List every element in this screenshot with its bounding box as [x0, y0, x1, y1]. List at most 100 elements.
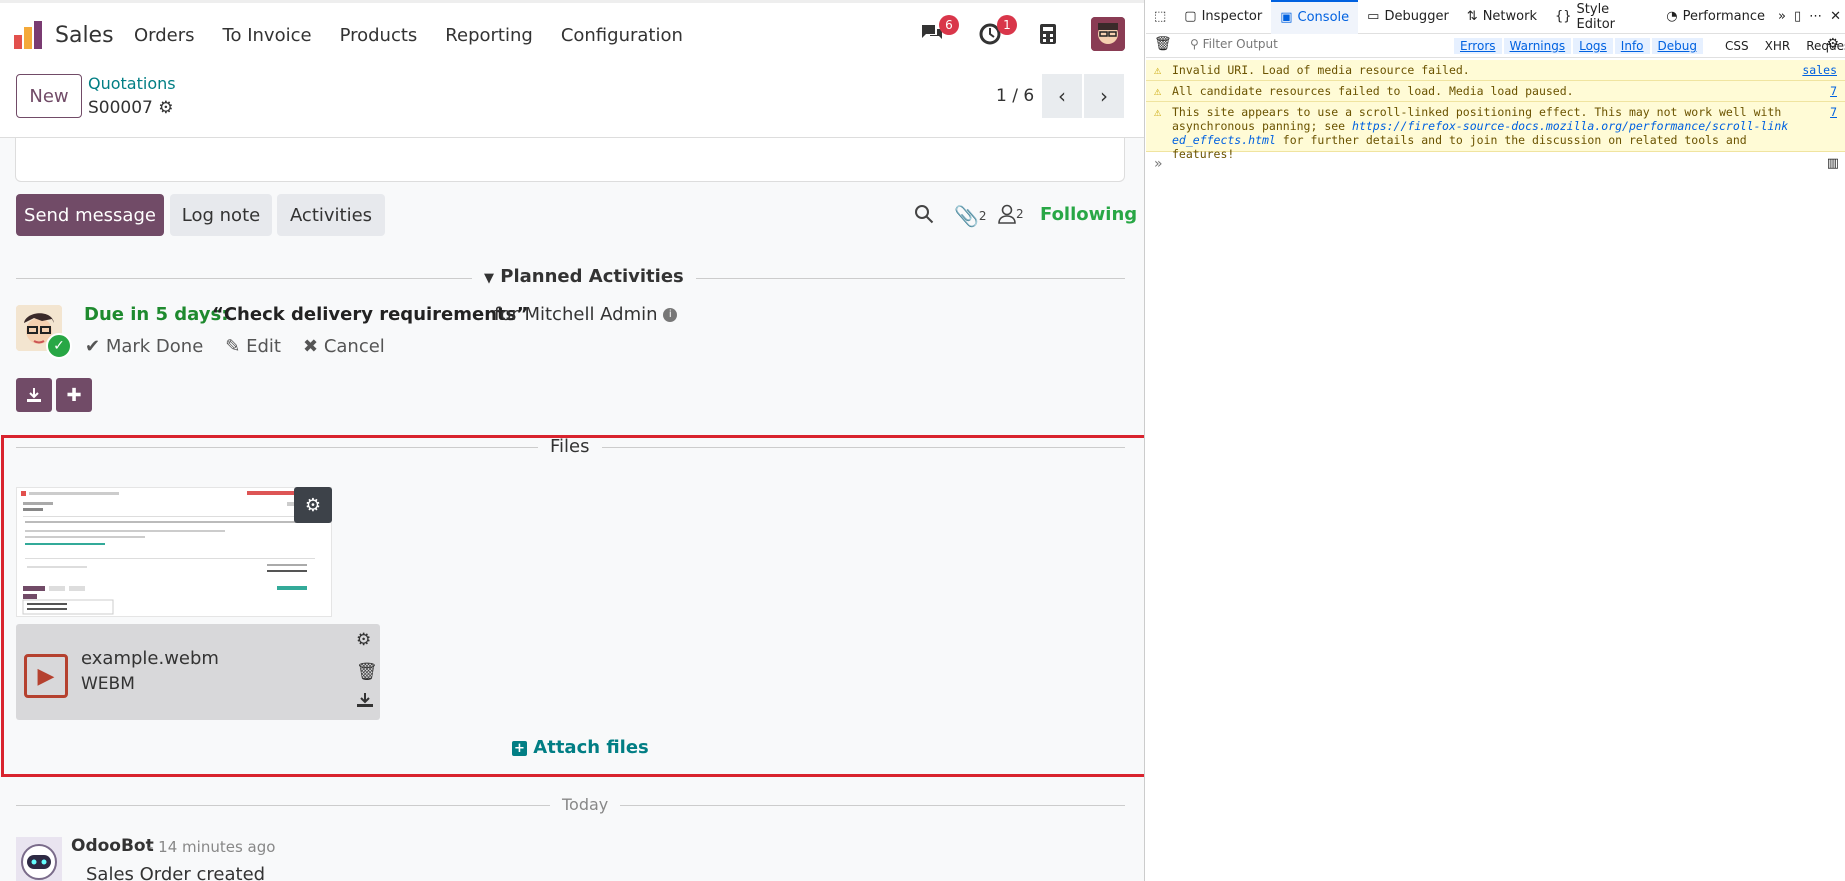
odoo-app: Sales Orders To Invoice Products Reporti…: [0, 0, 1145, 881]
tab-network-label: Network: [1482, 9, 1537, 24]
odoobot-avatar: [16, 837, 62, 881]
download-icon: [27, 388, 41, 402]
activity-summary: “Check delivery requirements”: [212, 304, 529, 325]
activities-clock-icon[interactable]: 1: [975, 15, 1017, 49]
top-navbar: Sales Orders To Invoice Products Reporti…: [0, 0, 1144, 66]
menu-products[interactable]: Products: [340, 25, 418, 46]
download-all-button[interactable]: [16, 378, 52, 412]
pager-value[interactable]: 1 / 6: [996, 86, 1034, 106]
edit-label: Edit: [246, 336, 281, 357]
info-icon[interactable]: i: [663, 308, 678, 322]
filter-css[interactable]: CSS: [1717, 38, 1757, 54]
message-author[interactable]: OdooBot: [71, 836, 154, 856]
console-message[interactable]: ⚠ Invalid URI. Load of media resource fa…: [1146, 60, 1845, 81]
messages-badge: 6: [939, 15, 959, 35]
tab-network[interactable]: ⇅ Network: [1458, 0, 1546, 34]
chevron-left-icon: ‹: [1058, 84, 1066, 108]
tab-performance-label: Performance: [1682, 9, 1765, 24]
filter-warnings[interactable]: Warnings: [1503, 38, 1572, 54]
followers-button[interactable]: 2: [998, 204, 1024, 224]
console-message[interactable]: ⚠ All candidate resources failed to load…: [1146, 81, 1845, 102]
dock-icon[interactable]: ▯: [1790, 0, 1805, 34]
breadcrumb-quotations[interactable]: Quotations: [88, 74, 176, 93]
main-menu: Orders To Invoice Products Reporting Con…: [134, 25, 711, 46]
messages-icon[interactable]: 6: [917, 15, 959, 49]
today-separator: Today: [550, 795, 621, 814]
calculator-icon[interactable]: [1033, 19, 1063, 49]
style-editor-icon: {}: [1554, 9, 1572, 24]
menu-orders[interactable]: Orders: [134, 25, 195, 46]
user-avatar[interactable]: [1091, 17, 1125, 51]
trash-clear-icon[interactable]: 🗑: [1154, 36, 1172, 52]
mark-done-button[interactable]: ✔ Mark Done: [85, 336, 203, 357]
more-options-icon[interactable]: ⋯: [1805, 0, 1826, 34]
menu-configuration[interactable]: Configuration: [561, 25, 683, 46]
console-message-text: This site appears to use a scroll-linked…: [1172, 105, 1792, 161]
console-filter-bar: 🗑 ⚲ Filter Output Errors Warnings Logs I…: [1146, 34, 1845, 58]
paperclip-icon: 📎: [954, 204, 979, 228]
console-message[interactable]: ⚠ This site appears to use a scroll-link…: [1146, 102, 1845, 161]
split-console-icon[interactable]: ▥: [1827, 156, 1839, 171]
element-picker-icon[interactable]: ⬚: [1146, 0, 1175, 34]
console-message-text: All candidate resources failed to load. …: [1172, 84, 1574, 98]
filter-xhr[interactable]: XHR: [1757, 38, 1799, 54]
check-circle-icon: ✓: [46, 333, 72, 359]
check-icon: ✔: [85, 336, 101, 357]
devtools-panel: ⬚ ▢ Inspector ▣ Console ▭ Debugger ⇅ Network…: [1146, 0, 1845, 881]
close-icon[interactable]: ✕: [1826, 0, 1845, 34]
menu-reporting[interactable]: Reporting: [445, 25, 533, 46]
tab-debugger[interactable]: ▭ Debugger: [1358, 0, 1458, 34]
record-gear-icon[interactable]: ⚙: [158, 98, 173, 118]
search-messages-icon[interactable]: [914, 204, 934, 224]
tab-style-editor[interactable]: {} Style Editor: [1546, 0, 1657, 34]
tab-performance[interactable]: ◔ Performance: [1657, 0, 1774, 34]
menu-to-invoice[interactable]: To Invoice: [223, 25, 312, 46]
files-highlight-box: [1, 435, 1144, 777]
tab-console[interactable]: ▣ Console: [1271, 0, 1359, 34]
filter-output-placeholder: Filter Output: [1202, 37, 1278, 51]
console-icon: ▣: [1280, 10, 1293, 25]
network-icon: ⇅: [1466, 9, 1478, 24]
pager-next-button[interactable]: ›: [1084, 74, 1124, 118]
console-message-source[interactable]: sales: [1802, 63, 1837, 77]
planned-activities-toggle[interactable]: ▼ Planned Activities: [472, 266, 696, 287]
form-sheet-bottom: [15, 138, 1125, 182]
console-input-prompt[interactable]: »: [1154, 156, 1163, 172]
pencil-icon: ✎: [225, 336, 241, 357]
filter-logs[interactable]: Logs: [1573, 38, 1613, 54]
sales-app-logo-icon[interactable]: [14, 21, 44, 51]
mark-done-label: Mark Done: [105, 336, 204, 357]
activities-button[interactable]: Activities: [277, 194, 385, 236]
pager-previous-button[interactable]: ‹: [1042, 74, 1082, 118]
tab-inspector[interactable]: ▢ Inspector: [1175, 0, 1271, 34]
tab-console-label: Console: [1297, 10, 1350, 25]
tab-inspector-label: Inspector: [1201, 9, 1263, 24]
times-icon: ✖: [302, 336, 319, 357]
log-note-button[interactable]: Log note: [170, 194, 272, 236]
plus-icon: ✚: [66, 384, 82, 406]
console-message-source[interactable]: 7: [1830, 105, 1837, 119]
tab-debugger-label: Debugger: [1384, 9, 1449, 24]
activities-badge: 1: [997, 15, 1017, 35]
send-message-button[interactable]: Send message: [16, 194, 164, 236]
filter-output-input[interactable]: ⚲ Filter Output: [1190, 37, 1278, 51]
filter-debug[interactable]: Debug: [1651, 38, 1703, 54]
edit-activity-button[interactable]: ✎ Edit: [225, 336, 281, 357]
activity-due: Due in 5 days:: [84, 304, 229, 325]
filter-info[interactable]: Info: [1614, 38, 1650, 54]
warning-icon: ⚠: [1154, 105, 1162, 119]
console-message-source[interactable]: 7: [1830, 84, 1837, 98]
filter-buttons: Errors Warnings Logs Info Debug CSS XHR …: [1454, 38, 1845, 54]
following-button[interactable]: Following: [1040, 204, 1137, 225]
attachments-button[interactable]: 📎 2: [954, 204, 987, 228]
console-settings-gear-icon[interactable]: ⚙: [1826, 36, 1839, 52]
user-icon: [998, 204, 1016, 224]
app-name[interactable]: Sales: [55, 23, 114, 48]
cancel-activity-button[interactable]: ✖ Cancel: [303, 336, 385, 357]
new-button[interactable]: New: [16, 74, 82, 118]
more-tabs-icon[interactable]: »: [1774, 0, 1790, 34]
performance-icon: ◔: [1666, 9, 1678, 24]
followers-count: 2: [1016, 207, 1024, 221]
add-attachment-button[interactable]: ✚: [56, 378, 92, 412]
filter-errors[interactable]: Errors: [1454, 38, 1502, 54]
